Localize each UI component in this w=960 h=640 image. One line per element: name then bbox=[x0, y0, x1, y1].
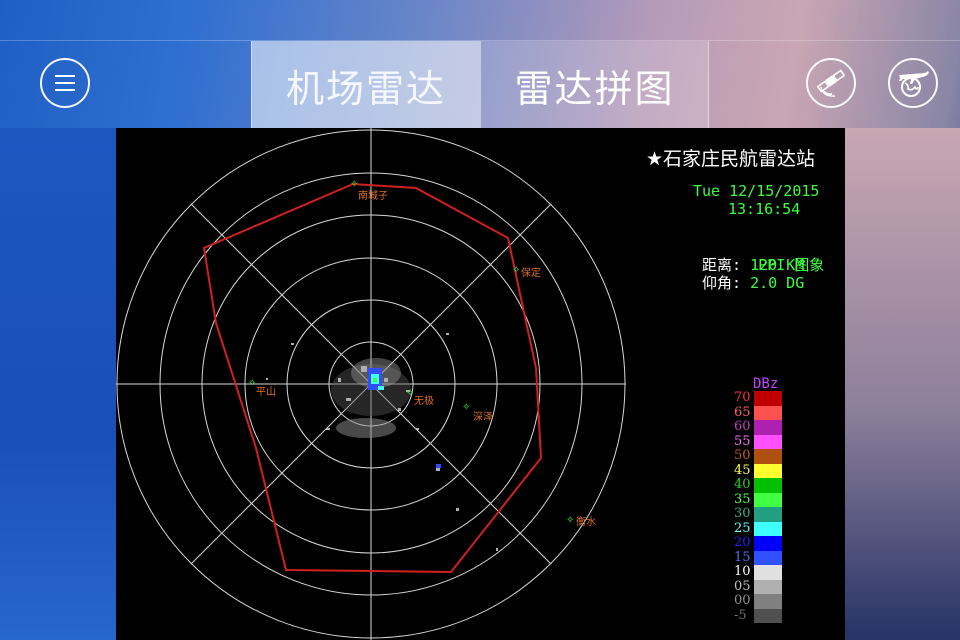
legend-label: 65 bbox=[734, 404, 751, 420]
radar-date: Tue 12/15/2015 bbox=[693, 182, 820, 200]
legend-swatch bbox=[754, 536, 782, 551]
legend-swatch bbox=[754, 434, 782, 449]
satellite-icon bbox=[816, 69, 846, 97]
svg-text:✧: ✧ bbox=[566, 515, 574, 526]
satellite-button[interactable] bbox=[806, 58, 856, 108]
elevation-row: 仰角: 2.0 DG bbox=[702, 272, 804, 293]
legend-label: 55 bbox=[734, 433, 751, 449]
legend-row: 35 bbox=[734, 491, 784, 507]
legend-row: 55 bbox=[734, 433, 784, 449]
legend-row: 45 bbox=[734, 462, 784, 478]
svg-text:✧: ✧ bbox=[462, 402, 470, 413]
legend-label: 15 bbox=[734, 549, 751, 565]
background-left bbox=[0, 128, 116, 640]
place-label-hengshui: 衡水 bbox=[576, 517, 596, 528]
legend-label: 70 bbox=[734, 390, 751, 406]
dbz-color-legend: 70 65 60 55 50 45 40 35 30 25 20 15 10 05 00 -5 bbox=[734, 391, 784, 623]
legend-label: 35 bbox=[734, 491, 751, 507]
legend-swatch bbox=[754, 449, 782, 464]
legend-label: 10 bbox=[734, 564, 751, 580]
legend-row: 00 bbox=[734, 594, 784, 609]
legend-row: -5 bbox=[734, 607, 784, 623]
legend-swatch bbox=[754, 594, 782, 609]
elevation-value: 2.0 DG bbox=[750, 274, 805, 292]
legend-swatch bbox=[754, 608, 782, 623]
radar-image: ✧ ✧ ✧ ✧ ✧ ✧ 南城子 保定 平山 无极 深泽 衡水 ★石家庄民航雷达站… bbox=[116, 128, 845, 640]
legend-row: 25 bbox=[734, 520, 784, 536]
elevation-label: 仰角: bbox=[702, 274, 742, 292]
legend-swatch bbox=[754, 391, 782, 406]
legend-label: 40 bbox=[734, 477, 751, 493]
svg-text:✧: ✧ bbox=[512, 265, 520, 276]
legend-label: 60 bbox=[734, 419, 751, 435]
place-label-wuji: 无极 bbox=[414, 396, 434, 407]
place-label-pingshan: 平山 bbox=[256, 387, 276, 398]
legend-swatch bbox=[754, 565, 782, 580]
legend-row: 50 bbox=[734, 449, 784, 464]
legend-row: 40 bbox=[734, 478, 784, 493]
globe-plane-button[interactable] bbox=[888, 58, 938, 108]
legend-swatch bbox=[754, 550, 782, 565]
legend-row: 70 bbox=[734, 391, 784, 406]
legend-row: 05 bbox=[734, 578, 784, 594]
legend-title: DBz bbox=[753, 376, 779, 392]
legend-label: 25 bbox=[734, 520, 751, 536]
globe-plane-icon bbox=[899, 71, 929, 97]
place-label-baoding: 保定 bbox=[521, 268, 541, 279]
tab-airport-radar[interactable]: 机场雷达 bbox=[251, 41, 480, 129]
legend-swatch bbox=[754, 579, 782, 594]
station-name: ★石家庄民航雷达站 bbox=[646, 148, 816, 170]
tab-radar-mosaic-label: 雷达拼图 bbox=[514, 66, 675, 111]
legend-row: 20 bbox=[734, 536, 784, 551]
tab-airport-radar-label: 机场雷达 bbox=[285, 66, 446, 111]
legend-label: 20 bbox=[734, 535, 751, 551]
legend-label: 00 bbox=[734, 593, 751, 609]
legend-row: 10 bbox=[734, 565, 784, 580]
legend-row: 60 bbox=[734, 420, 784, 435]
legend-label: 05 bbox=[734, 578, 751, 594]
legend-swatch bbox=[754, 463, 782, 478]
legend-swatch bbox=[754, 507, 782, 522]
legend-row: 15 bbox=[734, 549, 784, 565]
legend-swatch bbox=[754, 521, 782, 536]
legend-row: 30 bbox=[734, 507, 784, 522]
legend-swatch bbox=[754, 405, 782, 420]
legend-row: 65 bbox=[734, 404, 784, 420]
radar-time: 13:16:54 bbox=[728, 200, 801, 218]
legend-label: 30 bbox=[734, 506, 751, 522]
place-label-nanchengzi: 南城子 bbox=[358, 191, 388, 202]
hamburger-menu-icon bbox=[55, 75, 75, 91]
legend-label: 50 bbox=[734, 448, 751, 464]
menu-button[interactable] bbox=[40, 58, 90, 108]
legend-label: 45 bbox=[734, 462, 751, 478]
tab-radar-mosaic[interactable]: 雷达拼图 bbox=[480, 41, 709, 129]
place-label-shenze: 深泽 bbox=[473, 412, 493, 423]
legend-swatch bbox=[754, 478, 782, 493]
legend-label: -5 bbox=[734, 607, 747, 623]
legend-swatch bbox=[754, 420, 782, 435]
background-right bbox=[845, 128, 960, 640]
top-navigation-bar: 机场雷达 雷达拼图 bbox=[0, 40, 960, 129]
legend-swatch bbox=[754, 492, 782, 507]
